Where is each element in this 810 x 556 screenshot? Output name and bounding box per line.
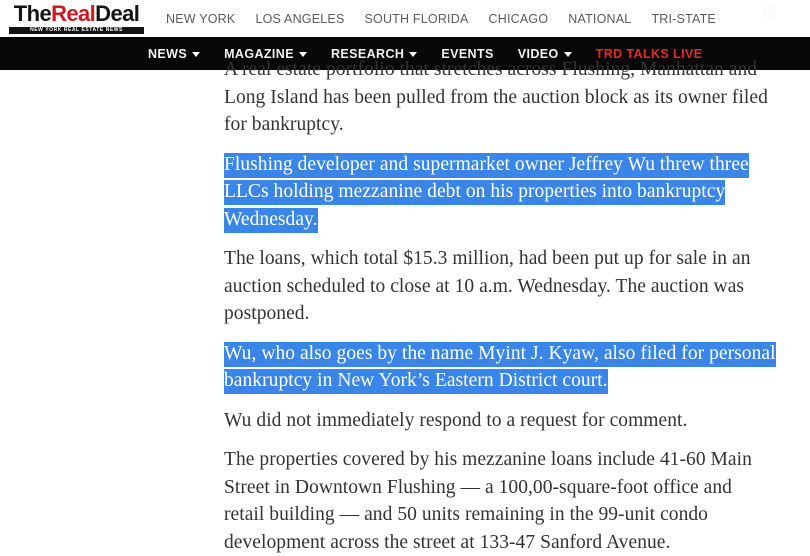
paragraph-text: The loans, which total $15.3 million, ha… (224, 248, 751, 324)
article-paragraph: Wu, who also goes by the name Myint J. K… (224, 340, 776, 395)
top-nav-item-chicago[interactable]: CHICAGO (489, 12, 549, 26)
top-nav-item-los-angeles[interactable]: LOS ANGELES (255, 12, 344, 26)
logo-word-deal: Deal (95, 1, 140, 26)
logo-word-the: The (13, 1, 52, 26)
paragraph-text: A real estate portfolio that stretches a… (224, 59, 768, 135)
chevron-down-icon (192, 52, 201, 57)
top-nav-item-tri-state[interactable]: TRI-STATE (651, 12, 716, 26)
logo-tagline: NEW YORK REAL ESTATE NEWS (9, 26, 144, 34)
nav-item-news-label: NEWS (148, 46, 188, 61)
top-nav-item-new-york[interactable]: NEW YORK (166, 12, 235, 26)
article-paragraph: A real estate portfolio that stretches a… (224, 56, 776, 139)
top-nav-item-south-florida[interactable]: SOUTH FLORIDA (365, 12, 469, 26)
article-paragraph: Wu did not immediately respond to a requ… (224, 407, 776, 435)
paragraph-text: Wu did not immediately respond to a requ… (224, 409, 688, 431)
regional-nav: NEW YORK LOS ANGELES SOUTH FLORIDA CHICA… (166, 12, 716, 26)
article-paragraph: Flushing developer and supermarket owner… (224, 151, 776, 234)
selected-text-highlight[interactable]: Flushing developer and supermarket owner… (224, 152, 749, 233)
article-paragraph: The loans, which total $15.3 million, ha… (224, 245, 776, 328)
site-logo[interactable]: TheRealDeal NEW YORK REAL ESTATE NEWS (9, 3, 144, 34)
article-paragraph: The properties covered by his mezzanine … (224, 446, 776, 556)
top-nav-item-national[interactable]: NATIONAL (568, 12, 631, 26)
nav-item-news[interactable]: NEWS (148, 46, 201, 61)
selected-text-highlight[interactable]: Wu, who also goes by the name Myint J. K… (224, 341, 776, 394)
logo-wordmark: TheRealDeal (13, 1, 140, 26)
article-body: A real estate portfolio that stretches a… (0, 56, 810, 556)
site-header: TheRealDeal NEW YORK REAL ESTATE NEWS NE… (0, 0, 810, 37)
paragraph-text: The properties covered by his mezzanine … (224, 449, 752, 553)
search-icon[interactable] (763, 6, 776, 19)
logo-word-real: Real (51, 1, 96, 26)
